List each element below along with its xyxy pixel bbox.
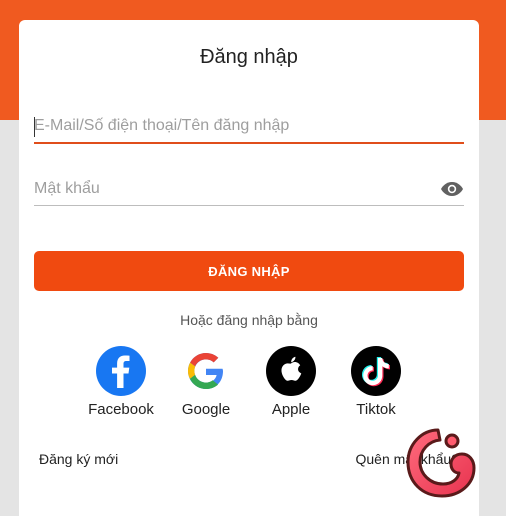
- page-title: Đăng nhập: [200, 46, 298, 68]
- google-icon: [181, 346, 231, 396]
- username-input[interactable]: [34, 112, 434, 140]
- text-caret: [34, 117, 35, 137]
- facebook-label: Facebook: [88, 401, 154, 418]
- password-input[interactable]: [34, 175, 434, 203]
- facebook-icon: [96, 346, 146, 396]
- login-button[interactable]: ĐĂNG NHẬP: [34, 251, 464, 291]
- apple-label: Apple: [271, 401, 311, 418]
- facebook-login-button[interactable]: Facebook: [76, 346, 166, 418]
- google-label: Google: [181, 401, 231, 418]
- eye-icon[interactable]: [440, 180, 464, 198]
- watermark-logo-icon: [406, 428, 476, 498]
- tiktok-login-button[interactable]: Tiktok: [331, 346, 421, 418]
- username-field-wrapper: [34, 112, 464, 144]
- tiktok-label: Tiktok: [356, 401, 396, 418]
- alt-login-label: Hoặc đăng nhập bằng: [180, 312, 318, 328]
- tiktok-icon: [351, 346, 401, 396]
- register-link[interactable]: Đăng ký mới: [39, 451, 118, 467]
- google-login-button[interactable]: Google: [161, 346, 251, 418]
- apple-icon: [266, 346, 316, 396]
- apple-login-button[interactable]: Apple: [246, 346, 336, 418]
- password-field-wrapper: [34, 175, 464, 206]
